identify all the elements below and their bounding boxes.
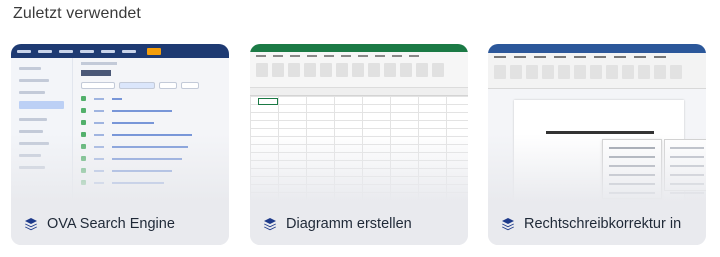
- card-thumbnail: [488, 44, 706, 202]
- recent-card-ova-search-engine[interactable]: OVA Search Engine: [11, 44, 229, 245]
- card-thumbnail: [11, 44, 229, 202]
- card-title: Rechtschreibkorrektur in: [524, 215, 682, 232]
- section-heading: Zuletzt verwendet: [13, 5, 141, 22]
- recent-card-rechtschreibkorrektur[interactable]: Rechtschreibkorrektur in: [488, 44, 706, 245]
- layers-icon: [25, 217, 37, 230]
- recently-used-section: Zuletzt verwendet OVA Search Engine Diag…: [0, 0, 720, 257]
- layers-icon: [502, 217, 514, 230]
- card-title: Diagramm erstellen: [286, 215, 412, 232]
- card-footer: OVA Search Engine: [11, 202, 229, 245]
- card-thumbnail: [250, 44, 468, 202]
- recent-card-diagramm-erstellen[interactable]: Diagramm erstellen: [250, 44, 468, 245]
- card-footer: Rechtschreibkorrektur in: [488, 202, 706, 245]
- layers-icon: [264, 217, 276, 230]
- card-footer: Diagramm erstellen: [250, 202, 468, 245]
- card-title: OVA Search Engine: [47, 215, 175, 232]
